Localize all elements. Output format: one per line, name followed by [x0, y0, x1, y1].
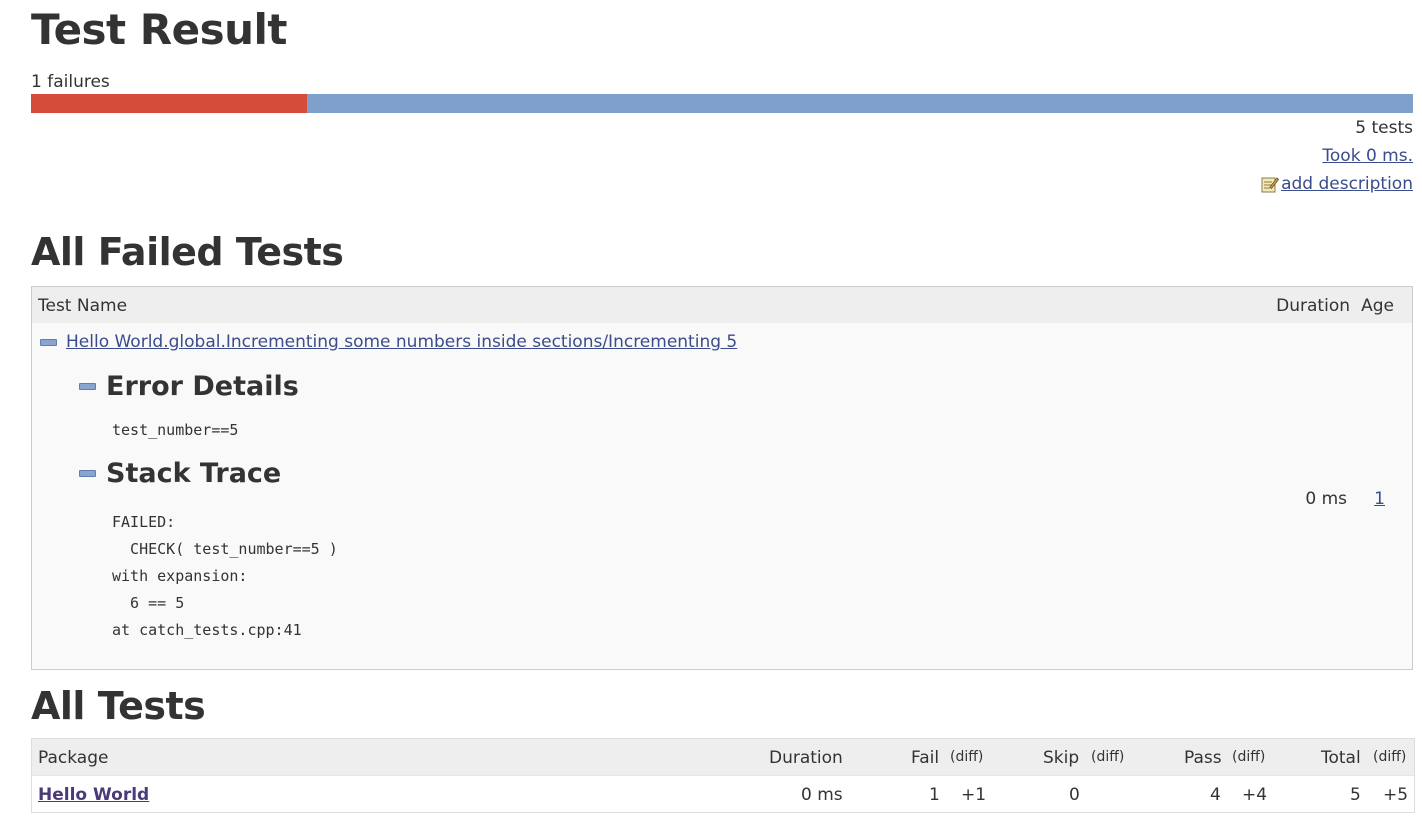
package-link[interactable]: Hello World — [38, 785, 149, 805]
col-pass-diff[interactable]: (diff) — [1232, 749, 1265, 765]
row-pass-diff: +4 — [1242, 785, 1268, 805]
failed-tests-table: Test Name Duration Age Hello World.globa… — [31, 286, 1413, 670]
col-package[interactable]: Package — [38, 748, 108, 768]
failed-test-duration: 0 ms — [1305, 489, 1347, 509]
all-tests-header: Package Duration Fail (diff) Skip (diff)… — [32, 739, 1414, 775]
col-duration: Duration — [1276, 296, 1350, 316]
col-duration[interactable]: Duration — [769, 748, 843, 768]
all-tests-heading: All Tests — [31, 684, 206, 728]
col-total-diff[interactable]: (diff) — [1373, 749, 1406, 765]
row-fail-diff: +1 — [961, 785, 987, 805]
collapse-icon[interactable] — [79, 470, 96, 477]
collapse-icon[interactable] — [40, 338, 57, 346]
col-skip-diff[interactable]: (diff) — [1091, 749, 1124, 765]
add-description-link[interactable]: add description — [1281, 174, 1413, 194]
all-failed-tests-heading: All Failed Tests — [31, 230, 344, 274]
col-total[interactable]: Total — [1321, 748, 1361, 768]
col-test-name: Test Name — [38, 296, 128, 316]
page-title: Test Result — [31, 5, 287, 54]
failed-test-row: Hello World.global.Incrementing some num… — [40, 332, 737, 352]
failed-table-header: Test Name Duration Age — [32, 287, 1412, 323]
stack-trace-heading: Stack Trace — [79, 458, 281, 489]
row-pass: 4 — [1210, 785, 1221, 805]
failures-count: 1 failures — [31, 72, 110, 92]
stack-trace-text: FAILED: CHECK( test_number==5 ) with exp… — [112, 513, 338, 639]
result-progress-bar — [31, 94, 1413, 113]
row-fail: 1 — [929, 785, 940, 805]
col-pass[interactable]: Pass — [1184, 748, 1222, 768]
fail-bar-segment — [31, 94, 308, 113]
row-duration: 0 ms — [801, 785, 843, 805]
pass-bar-segment — [307, 94, 1413, 113]
row-skip: 0 — [1069, 785, 1080, 805]
stack-trace-label: Stack Trace — [106, 458, 282, 489]
took-link[interactable]: Took 0 ms. — [1322, 146, 1413, 166]
col-fail-diff[interactable]: (diff) — [950, 749, 983, 765]
failed-test-link[interactable]: Hello World.global.Incrementing some num… — [66, 332, 737, 352]
tests-count: 5 tests — [1355, 118, 1413, 138]
note-edit-icon[interactable] — [1261, 175, 1280, 193]
col-age: Age — [1361, 296, 1394, 316]
col-skip[interactable]: Skip — [1043, 748, 1079, 768]
all-tests-table: Package Duration Fail (diff) Skip (diff)… — [31, 738, 1415, 813]
error-details-text: test_number==5 — [112, 421, 239, 439]
error-details-label: Error Details — [106, 371, 299, 402]
row-total: 5 — [1350, 785, 1361, 805]
row-total-diff: +5 — [1383, 785, 1409, 805]
error-details-heading: Error Details — [79, 371, 299, 402]
table-row: Hello World 0 ms 1 +1 0 4 +4 5 +5 — [32, 775, 1414, 812]
collapse-icon[interactable] — [79, 383, 96, 390]
failed-test-age-link[interactable]: 1 — [1374, 489, 1385, 509]
col-fail[interactable]: Fail — [911, 748, 939, 768]
